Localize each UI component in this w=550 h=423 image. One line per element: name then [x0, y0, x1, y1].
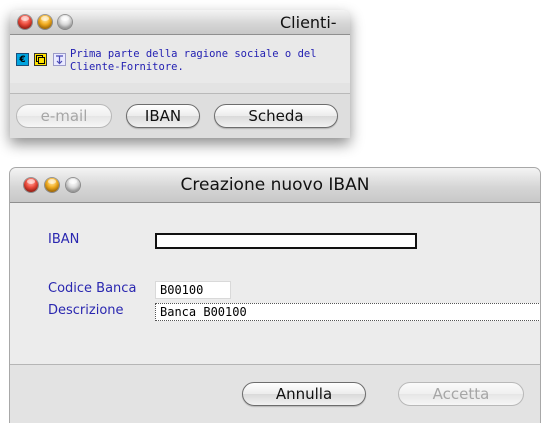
clienti-titlebar: Clienti- — [10, 10, 350, 35]
email-button[interactable]: e-mail — [16, 104, 112, 128]
iban-dialog: Creazione nuovo IBAN IBAN Codice Banca B… — [10, 168, 540, 423]
codice-banca-label: Codice Banca — [48, 281, 137, 296]
description-line-1: Prima parte della ragione sociale o del — [70, 48, 317, 60]
minimize-window-icon[interactable] — [38, 15, 52, 29]
scheda-button[interactable]: Scheda — [214, 104, 338, 128]
annulla-button[interactable]: Annulla — [242, 382, 366, 406]
accetta-button[interactable]: Accetta — [398, 382, 524, 406]
descrizione-field[interactable]: Banca B00100 — [155, 303, 540, 321]
dialog-button-bar: Annulla Accetta — [10, 365, 540, 423]
zoom-window-icon[interactable] — [58, 15, 72, 29]
iban-label: IBAN — [48, 232, 80, 247]
descrizione-label: Descrizione — [48, 303, 124, 318]
codice-banca-field[interactable]: B00100 — [155, 281, 231, 299]
iban-dialog-titlebar: Creazione nuovo IBAN — [10, 168, 540, 203]
button-bar: e-mail IBAN Scheda — [10, 94, 350, 138]
clienti-window: Clienti- € Prima parte della ragione soc… — [10, 10, 350, 138]
iban-button[interactable]: IBAN — [126, 104, 200, 128]
description-line-2: Cliente-Fornitore. — [70, 61, 184, 73]
close-window-icon[interactable] — [18, 15, 32, 29]
dialog-title: Creazione nuovo IBAN — [180, 175, 370, 195]
sort-icon[interactable] — [53, 53, 66, 66]
euro-icon[interactable]: € — [16, 53, 29, 66]
note-icon[interactable] — [34, 53, 47, 66]
window-title: Clienti- — [280, 13, 337, 32]
field-description: Prima parte della ragione sociale o del … — [70, 48, 350, 74]
iban-input[interactable] — [155, 233, 417, 249]
